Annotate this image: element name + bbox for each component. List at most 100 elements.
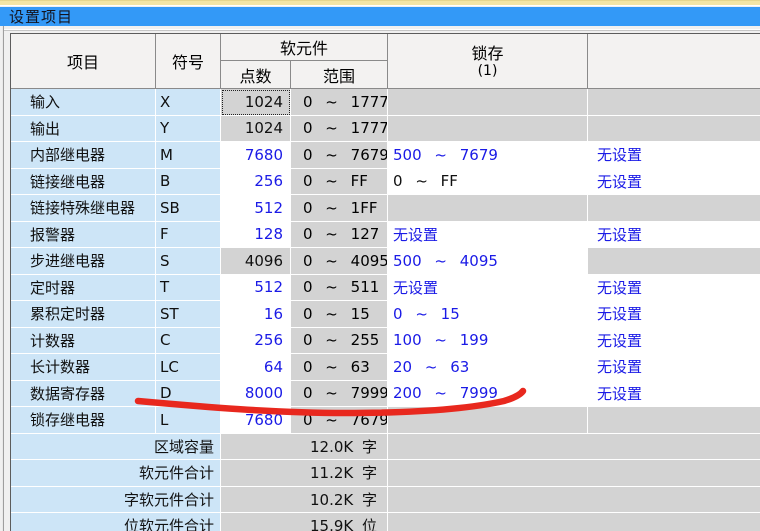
cell-extra-D[interactable]: 无设置 (588, 381, 760, 408)
settings-grid: 项目 符号 软元件 锁存 (1) 点数 范围 输入X10240 ~ 1777输出… (11, 34, 760, 531)
table-row: 输入X10240 ~ 1777 (11, 89, 760, 116)
summary-label-1: 软元件合计 (11, 460, 221, 487)
cell-range-Y: 0 ~ 1777 (291, 116, 388, 143)
cell-points-S: 4096 (221, 248, 291, 275)
cell-range-ST: 0 ~ 15 (291, 301, 388, 328)
cell-latch-ST[interactable]: 0 ~ 15 (388, 301, 588, 328)
summary-value-2: 10.2K 字 (221, 487, 388, 514)
cell-latch-Y (388, 116, 588, 143)
cell-item-M: 内部继电器 (11, 142, 156, 169)
cell-symbol-D: D (156, 381, 221, 408)
cell-extra-Y (588, 116, 760, 143)
cell-latch-L (388, 407, 588, 434)
cell-latch-F[interactable]: 无设置 (388, 222, 588, 249)
col-header-device-group: 软元件 (221, 34, 388, 61)
cell-symbol-T: T (156, 275, 221, 302)
cell-range-C: 0 ~ 255 (291, 328, 388, 355)
cell-range-B: 0 ~ FF (291, 169, 388, 196)
cell-latch-LC[interactable]: 20 ~ 63 (388, 354, 588, 381)
summary-value-1: 11.2K 字 (221, 460, 388, 487)
cell-symbol-F: F (156, 222, 221, 249)
cell-points-ST[interactable]: 16 (221, 301, 291, 328)
cell-latch-D[interactable]: 200 ~ 7999 (388, 381, 588, 408)
summary-rest-1 (388, 460, 760, 487)
cell-item-X: 输入 (11, 89, 156, 116)
window-left-edge (2, 26, 4, 531)
cell-item-SB: 链接特殊继电器 (11, 195, 156, 222)
cell-points-X: 1024 (221, 89, 291, 116)
cell-item-C: 计数器 (11, 328, 156, 355)
table-row: 累积定时器ST160 ~ 150 ~ 15无设置 (11, 301, 760, 328)
cell-latch-X (388, 89, 588, 116)
cell-latch-B[interactable]: 0 ~ FF (388, 169, 588, 196)
cell-symbol-LC: LC (156, 354, 221, 381)
cell-points-C[interactable]: 256 (221, 328, 291, 355)
table-row: 链接继电器B2560 ~ FF0 ~ FF无设置 (11, 169, 760, 196)
cell-latch-C[interactable]: 100 ~ 199 (388, 328, 588, 355)
cell-item-L: 锁存继电器 (11, 407, 156, 434)
col-header-symbol: 符号 (156, 34, 221, 89)
table-row: 数据寄存器D80000 ~ 7999200 ~ 7999无设置 (11, 381, 760, 408)
cell-points-SB[interactable]: 512 (221, 195, 291, 222)
cell-item-Y: 输出 (11, 116, 156, 143)
cell-extra-ST[interactable]: 无设置 (588, 301, 760, 328)
cell-extra-B[interactable]: 无设置 (588, 169, 760, 196)
cell-extra-S (588, 248, 760, 275)
latch-header-line1: 锁存 (388, 44, 587, 64)
cell-points-T[interactable]: 512 (221, 275, 291, 302)
cell-symbol-S: S (156, 248, 221, 275)
cell-range-L: 0 ~ 7679 (291, 407, 388, 434)
cell-range-D: 0 ~ 7999 (291, 381, 388, 408)
summary-rest-3 (388, 513, 760, 531)
col-header-range: 范围 (291, 61, 388, 89)
device-rows: 输入X10240 ~ 1777输出Y10240 ~ 1777内部继电器M7680… (11, 89, 760, 531)
cell-latch-SB (388, 195, 588, 222)
window-top-strip (0, 0, 760, 6)
cell-range-F: 0 ~ 127 (291, 222, 388, 249)
cell-item-LC: 长计数器 (11, 354, 156, 381)
table-row: 锁存继电器L76800 ~ 7679 (11, 407, 760, 434)
cell-points-M[interactable]: 7680 (221, 142, 291, 169)
summary-value-3: 15.9K 位 (221, 513, 388, 531)
table-row: 内部继电器M76800 ~ 7679500 ~ 7679无设置 (11, 142, 760, 169)
cell-range-LC: 0 ~ 63 (291, 354, 388, 381)
cell-range-SB: 0 ~ 1FF (291, 195, 388, 222)
cell-points-F[interactable]: 128 (221, 222, 291, 249)
cell-extra-SB (588, 195, 760, 222)
summary-row: 区域容量12.0K 字 (11, 434, 760, 461)
cell-extra-L (588, 407, 760, 434)
summary-label-2: 字软元件合计 (11, 487, 221, 514)
table-row: 定时器T5120 ~ 511无设置无设置 (11, 275, 760, 302)
table-row: 链接特殊继电器SB5120 ~ 1FF (11, 195, 760, 222)
cell-extra-C[interactable]: 无设置 (588, 328, 760, 355)
cell-range-T: 0 ~ 511 (291, 275, 388, 302)
device-settings-table: 项目 符号 软元件 锁存 (1) 点数 范围 输入X10240 ~ 1777输出… (10, 33, 760, 531)
cell-item-T: 定时器 (11, 275, 156, 302)
cell-points-D[interactable]: 8000 (221, 381, 291, 408)
cell-symbol-X: X (156, 89, 221, 116)
cell-points-LC[interactable]: 64 (221, 354, 291, 381)
cell-extra-M[interactable]: 无设置 (588, 142, 760, 169)
cell-latch-M[interactable]: 500 ~ 7679 (388, 142, 588, 169)
cell-latch-S[interactable]: 500 ~ 4095 (388, 248, 588, 275)
summary-value-0: 12.0K 字 (221, 434, 388, 461)
cell-extra-F[interactable]: 无设置 (588, 222, 760, 249)
table-row: 长计数器LC640 ~ 6320 ~ 63无设置 (11, 354, 760, 381)
summary-rest-0 (388, 434, 760, 461)
cell-item-D: 数据寄存器 (11, 381, 156, 408)
cell-points-B[interactable]: 256 (221, 169, 291, 196)
cell-symbol-ST: ST (156, 301, 221, 328)
cell-symbol-M: M (156, 142, 221, 169)
cell-symbol-SB: SB (156, 195, 221, 222)
summary-rest-2 (388, 487, 760, 514)
cell-range-M: 0 ~ 7679 (291, 142, 388, 169)
cell-extra-LC[interactable]: 无设置 (588, 354, 760, 381)
cell-item-B: 链接继电器 (11, 169, 156, 196)
cell-latch-T[interactable]: 无设置 (388, 275, 588, 302)
cell-points-Y: 1024 (221, 116, 291, 143)
cell-extra-T[interactable]: 无设置 (588, 275, 760, 302)
cell-points-L[interactable]: 7680 (221, 407, 291, 434)
col-header-extra (588, 34, 760, 89)
table-row: 计数器C2560 ~ 255100 ~ 199无设置 (11, 328, 760, 355)
cell-symbol-C: C (156, 328, 221, 355)
